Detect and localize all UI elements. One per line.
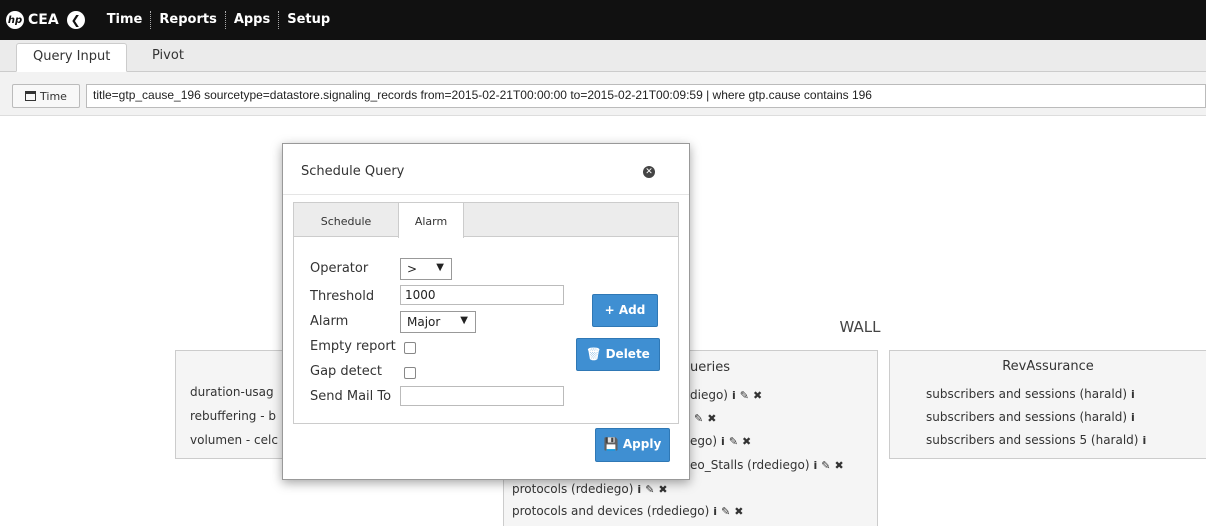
hp-logo-icon: hp [6,11,24,29]
list-item[interactable]: duration-usag [190,385,274,399]
menu-apps[interactable]: Apps [226,11,280,29]
list-item[interactable]: rebuffering - b [190,409,276,423]
list-item[interactable]: subscribers and sessions (harald) i [926,387,1135,401]
pencil-icon[interactable]: ✎ [740,389,749,402]
operator-value: > [407,262,418,276]
modal-tab-panel: Schedule Alarm Operator > ▼ Threshold 10… [293,202,679,424]
wall-panel-left: duration-usag rebuffering - b volumen - … [175,350,290,459]
info-icon[interactable]: i [814,459,818,472]
pencil-icon[interactable]: ✎ [821,459,830,472]
list-item[interactable]: subscribers and sessions 5 (harald) i [926,433,1146,447]
list-item-label: subscribers and sessions (harald) [926,410,1128,424]
panel-title: RevAssurance [1002,359,1094,374]
schedule-query-modal: Schedule Query ✕ Schedule Alarm Operator… [282,143,690,480]
divider [283,194,689,195]
info-icon[interactable]: i [732,389,736,402]
time-button-label: Time [40,89,67,103]
apply-button[interactable]: 💾 Apply [595,428,670,462]
alarm-value: Major [407,315,441,329]
calendar-icon [25,91,37,101]
wall-panel-revassurance: RevAssurance subscribers and sessions (h… [889,350,1206,459]
wall-title: WALL [839,318,881,336]
send-mail-label: Send Mail To [310,389,392,404]
alarm-select[interactable]: Major ▼ [400,311,476,333]
app-name: CEA [28,12,59,28]
empty-report-checkbox[interactable] [404,342,416,354]
list-item-label: eo_Stalls (rdediego) [690,458,810,472]
list-item-label: diego) [690,388,728,402]
back-arrow-icon[interactable]: ❮ [66,11,85,29]
operator-label: Operator [310,261,369,276]
top-navbar: hp CEA ❮ Time Reports Apps Setup [0,0,1206,40]
tab-pivot[interactable]: Pivot [136,43,200,72]
menu-reports[interactable]: Reports [151,11,226,29]
apply-button-label: Apply [622,437,662,451]
list-item-label: subscribers and sessions 5 (harald) [926,433,1139,447]
list-item[interactable]: ego) i ✎ ✖ [690,434,751,448]
list-item[interactable]: eo_Stalls (rdediego) i ✎ ✖ [690,458,844,472]
threshold-input[interactable]: 1000 [400,285,564,305]
close-icon[interactable]: ✕ [643,166,655,178]
tab-schedule[interactable]: Schedule [306,203,386,237]
list-item-label: subscribers and sessions (harald) [926,387,1128,401]
pencil-icon[interactable]: ✎ [645,483,654,496]
empty-report-label: Empty report [310,339,396,354]
delete-button[interactable]: 🗑 Delete [576,338,660,371]
close-icon[interactable]: ✖ [835,459,844,472]
send-mail-input[interactable] [400,386,564,406]
list-item[interactable]: protocols and devices (rdediego) i ✎ ✖ [512,504,744,518]
query-input[interactable]: title=gtp_cause_196 sourcetype=datastore… [86,84,1206,108]
pencil-icon[interactable]: ✎ [729,435,738,448]
tab-alarm[interactable]: Alarm [398,203,464,238]
list-item-label: protocols and devices (rdediego) [512,504,710,518]
info-icon[interactable]: i [1131,388,1135,401]
info-icon[interactable]: i [1142,434,1146,447]
close-icon[interactable]: ✖ [707,412,716,425]
info-icon[interactable]: i [1131,411,1135,424]
list-item-label: ego) [690,434,718,448]
time-button[interactable]: Time [12,84,80,108]
close-icon[interactable]: ✖ [658,483,667,496]
list-item[interactable]: subscribers and sessions (harald) i [926,410,1135,424]
close-icon[interactable]: ✖ [734,505,743,518]
close-icon[interactable]: ✖ [753,389,762,402]
info-icon[interactable]: i [721,435,725,448]
dropdown-arrow-icon: ▼ [436,262,444,273]
query-bar: Time title=gtp_cause_196 sourcetype=data… [0,72,1206,116]
add-button-label: Add [618,303,646,317]
menu-setup[interactable]: Setup [279,11,338,29]
threshold-label: Threshold [310,289,375,304]
info-icon[interactable]: i [713,505,717,518]
menu-time[interactable]: Time [99,11,152,29]
close-icon[interactable]: ✖ [742,435,751,448]
list-item[interactable]: volumen - celc [190,433,278,447]
list-item-label: protocols (rdediego) [512,482,634,496]
save-icon: 💾 [603,437,623,451]
dropdown-arrow-icon: ▼ [460,315,468,326]
gap-detect-checkbox[interactable] [404,367,416,379]
brand-logo[interactable]: hp CEA [6,11,67,29]
main-tabbar: Query Input Pivot [0,40,1206,72]
pencil-icon[interactable]: ✎ [721,505,730,518]
gap-detect-label: Gap detect [310,364,383,379]
list-item[interactable]: ✎ ✖ [690,411,716,425]
pencil-icon[interactable]: ✎ [694,412,703,425]
modal-tabbar: Schedule Alarm [294,203,678,238]
delete-button-label: Delete [605,347,650,361]
info-icon[interactable]: i [637,483,641,496]
modal-title: Schedule Query [301,164,405,179]
add-button[interactable]: + Add [592,294,658,327]
panel-title: ueries [690,360,730,375]
plus-icon: + [604,303,619,317]
trash-icon: 🗑 [586,347,606,361]
list-item[interactable]: protocols (rdediego) i ✎ ✖ [512,482,668,496]
tab-query-input[interactable]: Query Input [16,43,128,72]
list-item[interactable]: diego) i ✎ ✖ [690,388,762,402]
alarm-label: Alarm [310,314,349,329]
operator-select[interactable]: > ▼ [400,258,452,280]
